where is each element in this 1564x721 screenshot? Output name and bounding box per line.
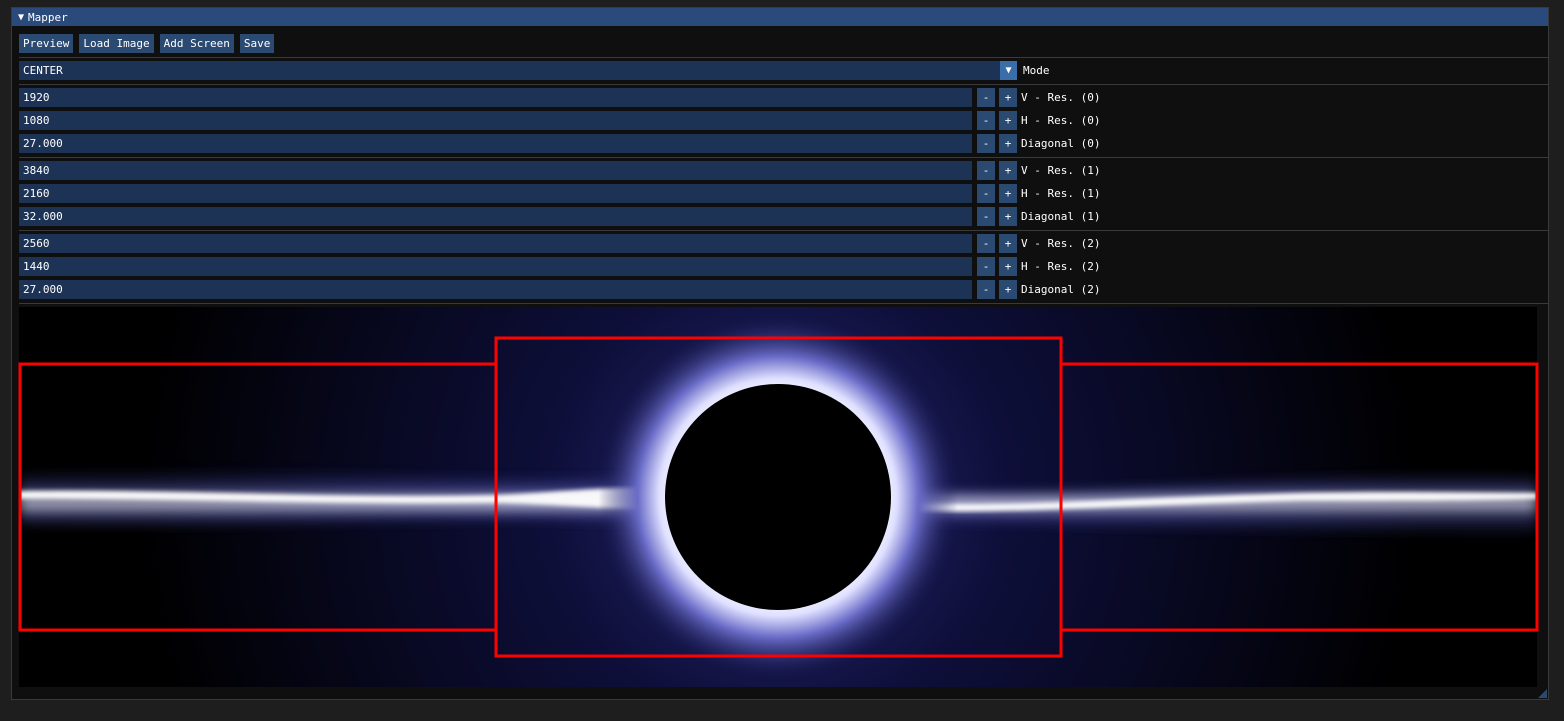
window-titlebar[interactable]: ▼ Mapper [12, 8, 1548, 26]
mapper-window: ▼ Mapper Preview Load Image Add Screen S… [11, 7, 1549, 700]
diagonal-input-2[interactable]: 27.000 [19, 280, 972, 299]
decrement-button[interactable]: - [977, 280, 995, 299]
diagonal-label-1: Diagonal (1) [1021, 210, 1101, 223]
eclipse-image [19, 307, 1537, 687]
v-res-row-2: 2560 - + V - Res. (2) [19, 234, 1100, 253]
h-res-input-1[interactable]: 2160 [19, 184, 972, 203]
v-res-label-0: V - Res. (0) [1021, 91, 1101, 104]
increment-button[interactable]: + [999, 161, 1017, 180]
diagonal-input-1[interactable]: 32.000 [19, 207, 972, 226]
separator [19, 84, 1548, 85]
h-res-input-0[interactable]: 1080 [19, 111, 972, 130]
diagonal-input-0[interactable]: 27.000 [19, 134, 972, 153]
v-res-input-1[interactable]: 3840 [19, 161, 972, 180]
mode-value: CENTER [23, 64, 63, 77]
h-res-label-1: H - Res. (1) [1021, 187, 1101, 200]
separator [19, 157, 1548, 158]
decrement-button[interactable]: - [977, 88, 995, 107]
separator [19, 230, 1548, 231]
mode-label: Mode [1023, 64, 1050, 77]
v-res-row-1: 3840 - + V - Res. (1) [19, 161, 1100, 180]
chevron-down-icon[interactable]: ▼ [1000, 61, 1017, 80]
increment-button[interactable]: + [999, 134, 1017, 153]
add-screen-button[interactable]: Add Screen [159, 34, 234, 53]
preview-button[interactable]: Preview [19, 34, 74, 53]
diagonal-row-0: 27.000 - + Diagonal (0) [19, 134, 1100, 153]
increment-button[interactable]: + [999, 207, 1017, 226]
increment-button[interactable]: + [999, 184, 1017, 203]
decrement-button[interactable]: - [977, 134, 995, 153]
resize-grip-icon[interactable] [1538, 689, 1547, 698]
toolbar: Preview Load Image Add Screen Save [19, 34, 275, 53]
v-res-input-0[interactable]: 1920 [19, 88, 972, 107]
decrement-button[interactable]: - [977, 111, 995, 130]
h-res-input-2[interactable]: 1440 [19, 257, 972, 276]
increment-button[interactable]: + [999, 88, 1017, 107]
h-res-label-2: H - Res. (2) [1021, 260, 1101, 273]
diagonal-label-2: Diagonal (2) [1021, 283, 1101, 296]
window-title: Mapper [28, 10, 68, 24]
decrement-button[interactable]: - [977, 234, 995, 253]
decrement-button[interactable]: - [977, 257, 995, 276]
increment-button[interactable]: + [999, 257, 1017, 276]
h-res-row-2: 1440 - + H - Res. (2) [19, 257, 1100, 276]
decrement-button[interactable]: - [977, 207, 995, 226]
increment-button[interactable]: + [999, 234, 1017, 253]
diagonal-row-1: 32.000 - + Diagonal (1) [19, 207, 1100, 226]
h-res-row-0: 1080 - + H - Res. (0) [19, 111, 1100, 130]
increment-button[interactable]: + [999, 280, 1017, 299]
v-res-input-2[interactable]: 2560 [19, 234, 972, 253]
decrement-button[interactable]: - [977, 184, 995, 203]
separator [19, 57, 1548, 58]
preview-canvas[interactable] [19, 307, 1537, 687]
increment-button[interactable]: + [999, 111, 1017, 130]
diagonal-label-0: Diagonal (0) [1021, 137, 1101, 150]
v-res-row-0: 1920 - + V - Res. (0) [19, 88, 1100, 107]
h-res-row-1: 2160 - + H - Res. (1) [19, 184, 1100, 203]
v-res-label-2: V - Res. (2) [1021, 237, 1101, 250]
load-image-button[interactable]: Load Image [79, 34, 154, 53]
decrement-button[interactable]: - [977, 161, 995, 180]
h-res-label-0: H - Res. (0) [1021, 114, 1101, 127]
mode-combo[interactable]: CENTER ▼ [19, 61, 1017, 80]
collapse-triangle-icon[interactable]: ▼ [18, 12, 24, 23]
diagonal-row-2: 27.000 - + Diagonal (2) [19, 280, 1100, 299]
save-button[interactable]: Save [239, 34, 275, 53]
v-res-label-1: V - Res. (1) [1021, 164, 1101, 177]
separator [19, 303, 1548, 304]
